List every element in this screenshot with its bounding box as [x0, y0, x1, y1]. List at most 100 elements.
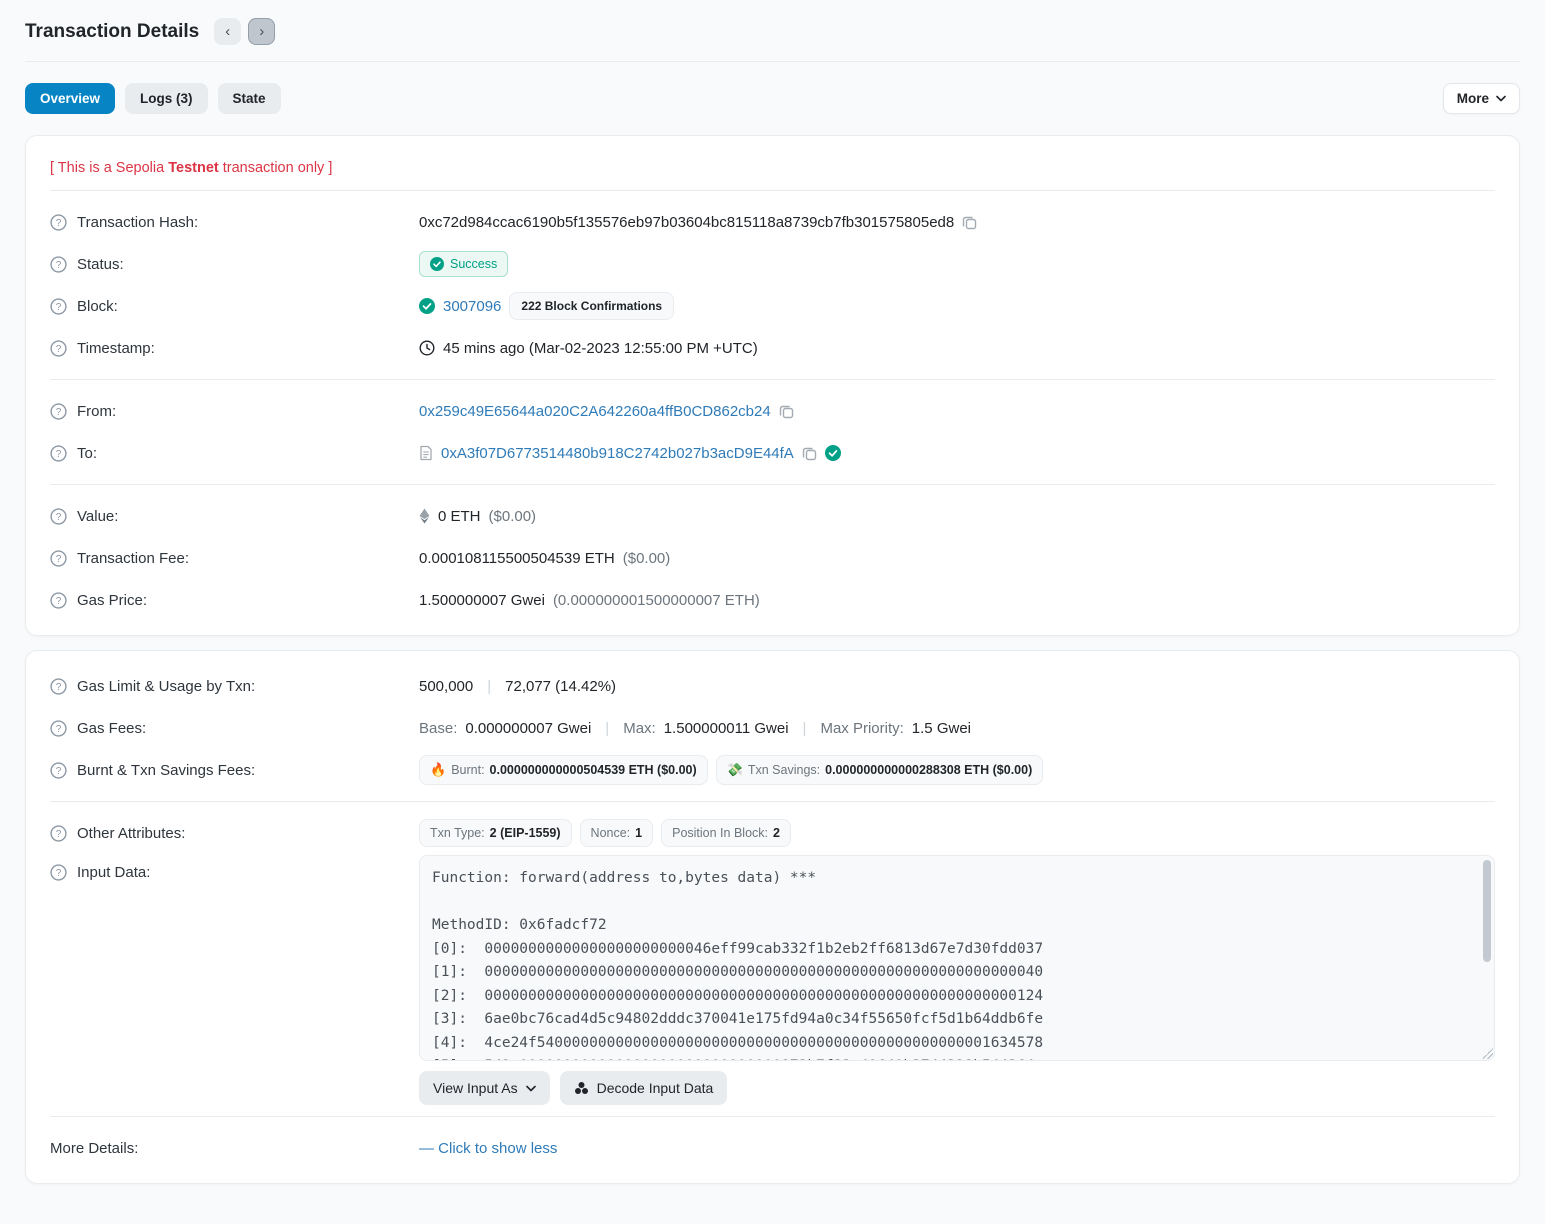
help-icon[interactable]: ?	[50, 678, 67, 695]
money-wings-icon: 💸	[727, 762, 743, 778]
block-number-link[interactable]: 3007096	[443, 298, 501, 315]
gas-usage-value: 72,077 (14.42%)	[505, 678, 616, 695]
nonce-badge-value: 1	[635, 826, 642, 840]
txn-savings-badge-value: 0.000000000000288308 ETH ($0.00)	[825, 763, 1032, 777]
verified-check-circle-icon	[825, 445, 841, 461]
transaction-hash-value: 0xc72d984ccac6190b5f135576eb97b03604bc81…	[419, 214, 954, 231]
decode-nodes-icon	[574, 1081, 589, 1095]
clock-icon	[419, 340, 435, 356]
burnt-fees-row: ? Burnt & Txn Savings Fees: 🔥 Burnt: 0.0…	[50, 749, 1495, 791]
chevron-right-icon: ›	[259, 23, 264, 40]
max-fee-value: 1.500000011 Gwei	[664, 720, 789, 737]
chevron-down-icon	[1496, 95, 1506, 102]
copy-to-address-button[interactable]	[802, 446, 817, 461]
previous-transaction-button[interactable]: ‹	[214, 18, 241, 45]
help-icon[interactable]: ?	[50, 508, 67, 525]
next-transaction-button[interactable]: ›	[248, 18, 275, 45]
transaction-hash-row: ? Transaction Hash: 0xc72d984ccac6190b5f…	[50, 201, 1495, 243]
svg-text:?: ?	[56, 724, 62, 735]
transaction-fee-row: ? Transaction Fee: 0.000108115500504539 …	[50, 537, 1495, 579]
position-badge-label: Position In Block:	[672, 826, 768, 840]
status-badge-label: Success	[450, 257, 497, 271]
copy-hash-button[interactable]	[962, 215, 977, 230]
help-icon[interactable]: ?	[50, 592, 67, 609]
burnt-fee-badge-label: Burnt:	[451, 763, 484, 777]
divider	[50, 190, 1495, 191]
separator: |	[599, 720, 615, 737]
help-icon[interactable]: ?	[50, 214, 67, 231]
gas-price-row: ? Gas Price: 1.500000007 Gwei (0.0000000…	[50, 579, 1495, 621]
block-confirmations-badge: 222 Block Confirmations	[509, 292, 674, 320]
more-dropdown-button[interactable]: More	[1443, 83, 1520, 114]
copy-icon	[802, 446, 817, 461]
copy-icon	[962, 215, 977, 230]
decode-input-data-label: Decode Input Data	[597, 1080, 714, 1096]
more-details-label: More Details:	[50, 1140, 138, 1157]
view-input-as-label: View Input As	[433, 1080, 518, 1096]
check-circle-icon	[419, 298, 435, 314]
tabs-row: Overview Logs (3) State More	[0, 62, 1545, 135]
help-icon[interactable]: ?	[50, 762, 67, 779]
block-label: Block:	[77, 298, 118, 315]
svg-text:?: ?	[56, 344, 62, 355]
tab-overview[interactable]: Overview	[25, 83, 115, 114]
max-priority-fee-value: 1.5 Gwei	[912, 720, 971, 737]
svg-text:?: ?	[56, 868, 62, 879]
other-attributes-label: Other Attributes:	[77, 825, 185, 842]
timestamp-label: Timestamp:	[77, 340, 155, 357]
help-icon[interactable]: ?	[50, 864, 67, 881]
help-icon[interactable]: ?	[50, 256, 67, 273]
help-icon[interactable]: ?	[50, 550, 67, 567]
timestamp-row: ? Timestamp: 45 mins ago (Mar-02-2023 12…	[50, 327, 1495, 369]
gas-price-amount: 1.500000007 Gwei	[419, 592, 545, 609]
svg-text:?: ?	[56, 260, 62, 271]
check-circle-icon	[430, 257, 444, 271]
value-usd: ($0.00)	[489, 508, 537, 525]
block-row: ? Block: 3007096 222 Block Confirmations	[50, 285, 1495, 327]
max-fee-label: Max:	[623, 720, 656, 737]
status-row: ? Status: Success	[50, 243, 1495, 285]
gas-limit-row: ? Gas Limit & Usage by Txn: 500,000 | 72…	[50, 665, 1495, 707]
txn-type-badge: Txn Type: 2 (EIP-1559)	[419, 819, 572, 847]
show-less-link[interactable]: — Click to show less	[419, 1140, 557, 1157]
divider	[50, 379, 1495, 380]
base-fee-label: Base:	[419, 720, 457, 737]
divider	[50, 484, 1495, 485]
help-icon[interactable]: ?	[50, 340, 67, 357]
svg-text:?: ?	[56, 766, 62, 777]
svg-text:?: ?	[56, 829, 62, 840]
gas-fees-label: Gas Fees:	[77, 720, 146, 737]
from-label: From:	[77, 403, 116, 420]
nonce-badge-label: Nonce:	[591, 826, 631, 840]
input-data-resize-handle[interactable]	[1482, 1048, 1493, 1059]
help-icon[interactable]: ?	[50, 403, 67, 420]
txn-type-badge-label: Txn Type:	[430, 826, 485, 840]
tab-logs[interactable]: Logs (3)	[125, 83, 208, 114]
help-icon[interactable]: ?	[50, 720, 67, 737]
to-label: To:	[77, 445, 97, 462]
more-dropdown-label: More	[1457, 91, 1489, 106]
input-data-scrollbar[interactable]	[1483, 860, 1491, 962]
to-address-link[interactable]: 0xA3f07D6773514480b918C2742b027b3acD9E44…	[441, 445, 794, 462]
status-label: Status:	[77, 256, 124, 273]
value-row: ? Value: 0 ETH ($0.00)	[50, 495, 1495, 537]
decode-input-data-button[interactable]: Decode Input Data	[560, 1071, 728, 1105]
divider	[50, 1116, 1495, 1117]
help-icon[interactable]: ?	[50, 445, 67, 462]
tab-state[interactable]: State	[218, 83, 281, 114]
view-input-as-button[interactable]: View Input As	[419, 1071, 550, 1105]
svg-text:?: ?	[56, 302, 62, 313]
more-details-row: More Details: — Click to show less	[50, 1127, 1495, 1169]
testnet-warning: [ This is a Sepolia Testnet transaction …	[50, 150, 1495, 180]
to-row: ? To: 0xA3f07D6773514480b918C2742b027b3a…	[50, 432, 1495, 474]
help-icon[interactable]: ?	[50, 825, 67, 842]
transaction-hash-label: Transaction Hash:	[77, 214, 198, 231]
copy-from-address-button[interactable]	[779, 404, 794, 419]
from-address-link[interactable]: 0x259c49E65644a020C2A642260a4ffB0CD862cb…	[419, 403, 771, 420]
gas-limit-label: Gas Limit & Usage by Txn:	[77, 678, 255, 695]
svg-text:?: ?	[56, 512, 62, 523]
help-icon[interactable]: ?	[50, 298, 67, 315]
txn-type-badge-value: 2 (EIP-1559)	[490, 826, 561, 840]
input-data-textarea[interactable]: Function: forward(address to,bytes data)…	[419, 855, 1495, 1061]
burnt-fees-label: Burnt & Txn Savings Fees:	[77, 762, 255, 779]
